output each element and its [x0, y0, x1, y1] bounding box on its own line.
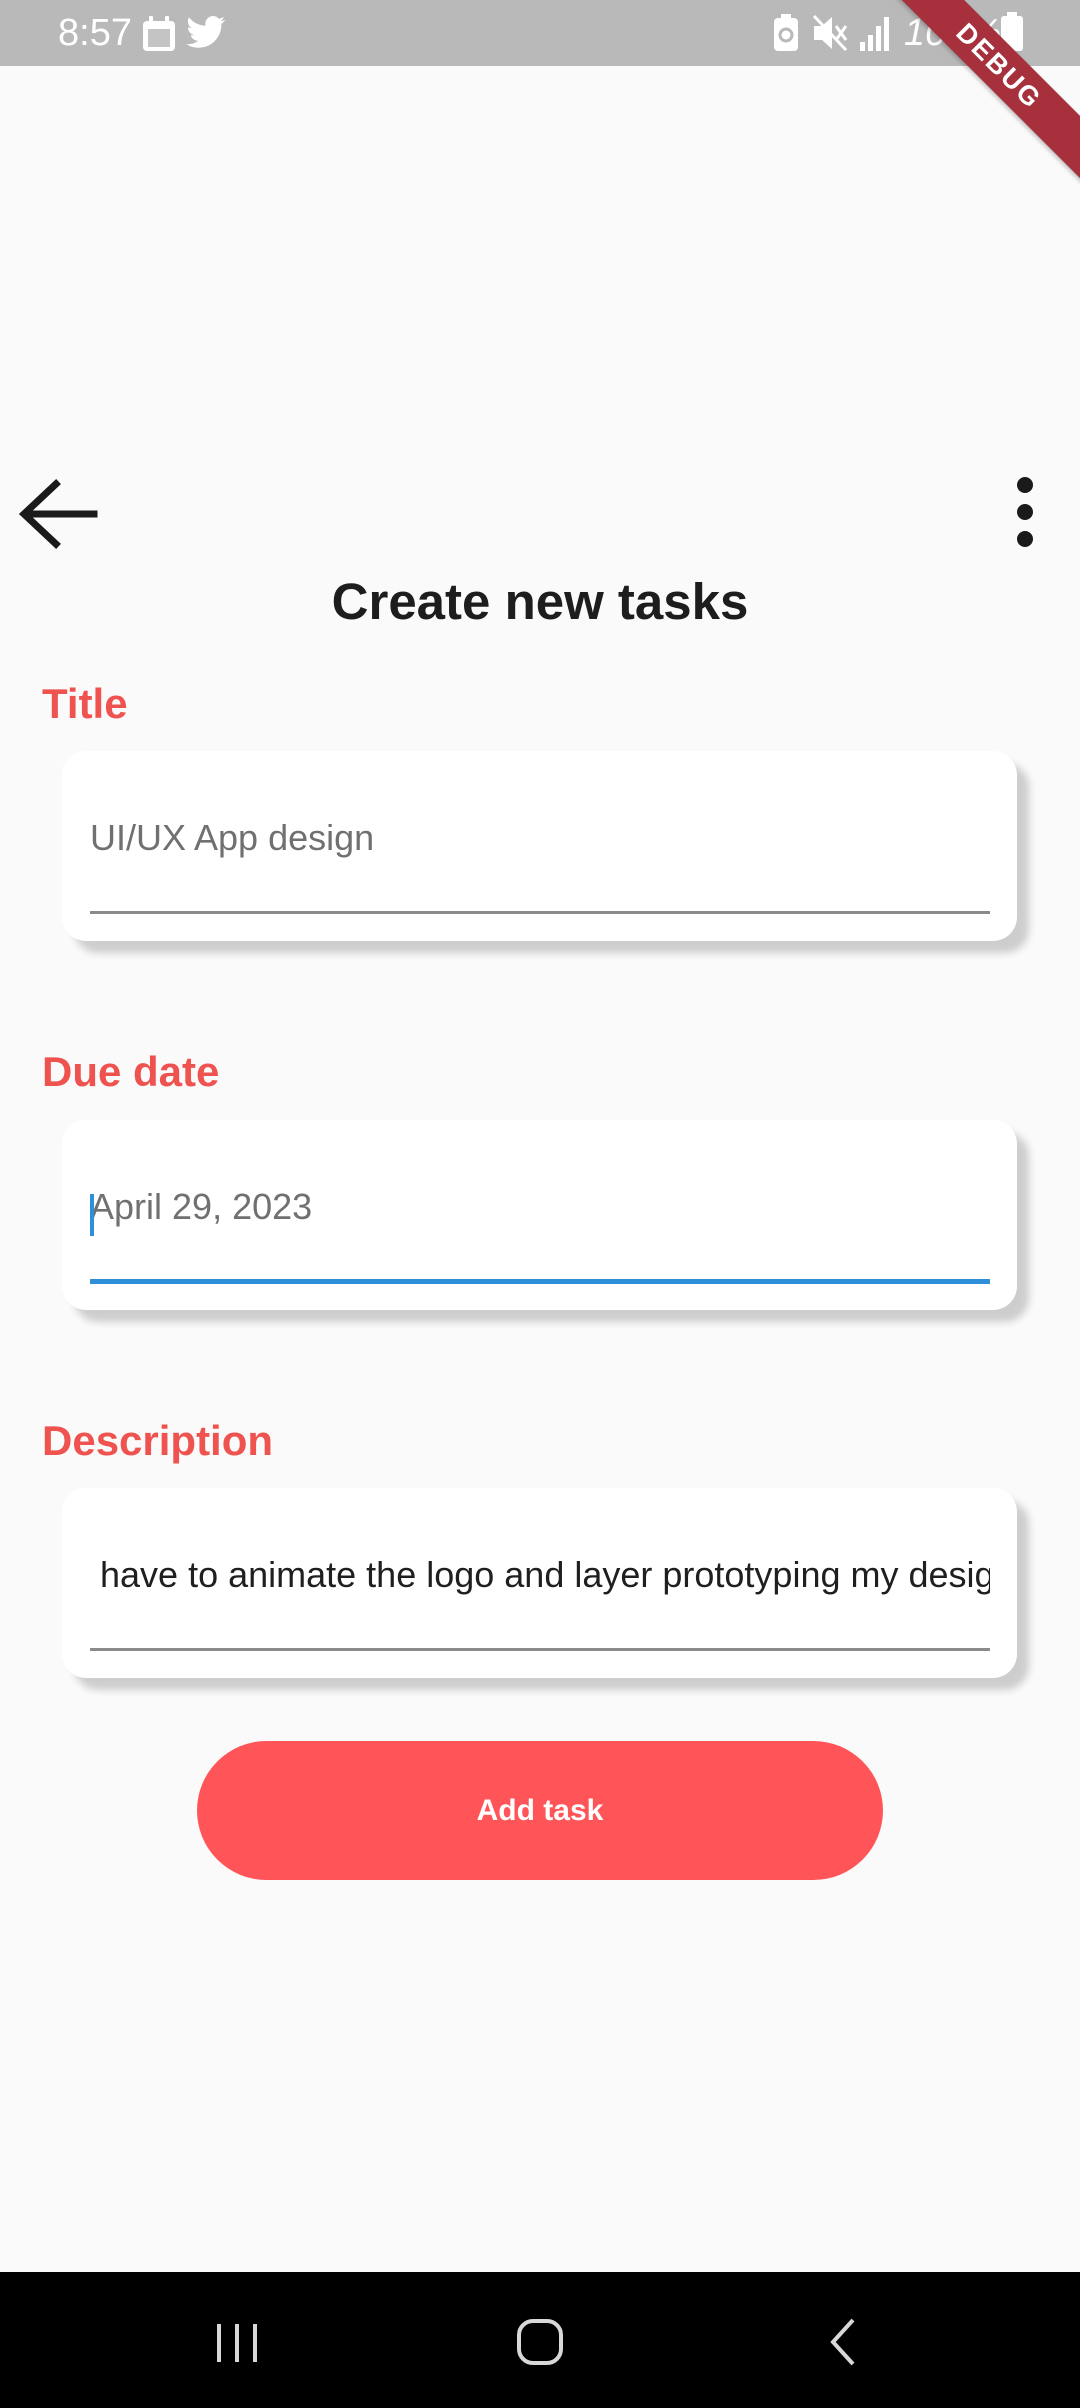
navigation-bar: [0, 2272, 1080, 2408]
arrow-back-icon: [18, 479, 98, 549]
battery-saver-icon: [773, 14, 799, 57]
text-cursor: [90, 1194, 94, 1236]
title-label: Title: [42, 680, 128, 727]
mute-icon: [812, 14, 848, 57]
description-input[interactable]: [100, 1542, 990, 1608]
more-options-button[interactable]: [1000, 470, 1050, 560]
due-date-field-card: [62, 1120, 1017, 1310]
home-icon: [517, 2319, 563, 2365]
description-underline: [90, 1648, 990, 1651]
home-button[interactable]: [500, 2302, 580, 2382]
twitter-icon: [186, 16, 226, 55]
back-nav-icon: [830, 2318, 855, 2366]
title-input[interactable]: [90, 805, 990, 871]
add-task-button[interactable]: Add task: [197, 1741, 883, 1880]
due-date-input[interactable]: [90, 1174, 990, 1240]
recent-apps-button[interactable]: [197, 2302, 277, 2382]
due-date-label: Due date: [42, 1048, 220, 1095]
description-field-card: [62, 1488, 1017, 1678]
screen: 8:57 DEBUG Create new tasks Title UI/UX …: [0, 0, 1080, 2408]
due-date-underline: [90, 1279, 990, 1284]
title-field-card: [62, 751, 1017, 941]
page-title: Create new tasks: [331, 573, 749, 630]
status-time: 8:57: [58, 12, 132, 54]
more-vert-icon: [1017, 477, 1033, 547]
recent-apps-icon: [217, 2324, 257, 2362]
title-underline: [90, 911, 990, 914]
calendar-icon: [142, 16, 176, 57]
back-nav-button[interactable]: [803, 2302, 883, 2382]
back-button[interactable]: [12, 470, 102, 560]
signal-icon: [858, 14, 892, 57]
description-label: Description: [42, 1417, 274, 1464]
